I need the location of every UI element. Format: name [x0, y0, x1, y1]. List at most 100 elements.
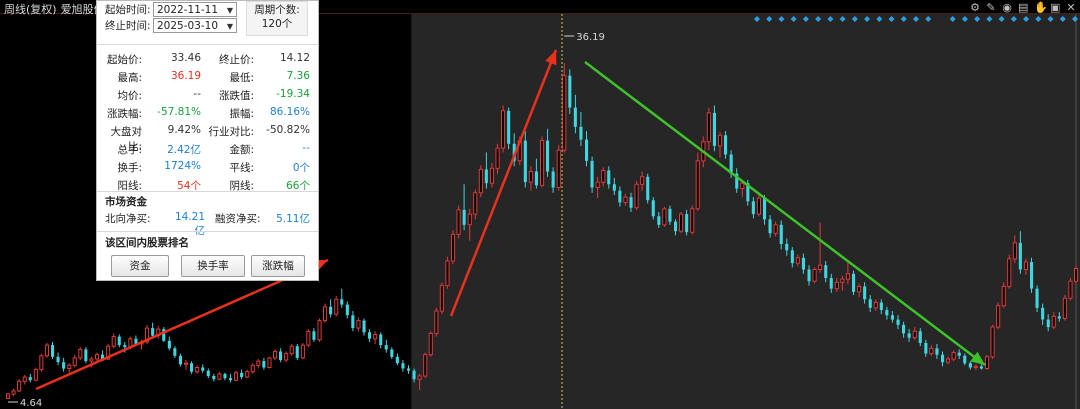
close-icon[interactable]: ✕	[1066, 2, 1076, 14]
print-icon[interactable]: ▤	[1018, 2, 1028, 14]
candle-down	[206, 370, 210, 376]
candle-up	[456, 209, 461, 235]
candle-up	[951, 352, 956, 360]
candle-down	[390, 349, 394, 357]
candle-up	[356, 320, 361, 329]
candle-up	[17, 380, 22, 392]
candle-up	[1068, 280, 1073, 299]
high-price-label: 36.19	[576, 32, 605, 43]
candle-down	[790, 250, 794, 264]
candle-down	[957, 352, 961, 356]
candle-down	[579, 126, 583, 140]
candle-up	[695, 160, 700, 210]
candle-up	[495, 147, 500, 169]
candle-up	[39, 355, 44, 371]
candle-up	[428, 332, 433, 356]
candle-down	[763, 198, 767, 220]
candle-down	[896, 319, 900, 325]
candle-up	[556, 149, 561, 188]
candle-up	[6, 393, 11, 399]
eye-icon[interactable]: ◉	[1002, 2, 1012, 14]
candle-up	[929, 347, 934, 355]
candle-up	[1007, 258, 1012, 287]
candle-up	[640, 176, 645, 185]
candle-up	[289, 345, 294, 355]
candle-down	[534, 171, 538, 186]
stat-row: 均价: -- 涨跌值: -19.34	[97, 86, 318, 104]
rank-by-funds-button[interactable]: 资金	[111, 255, 169, 277]
candle-up	[267, 357, 272, 368]
candle-down	[345, 304, 349, 316]
candle-up	[89, 358, 94, 362]
chart-title: 周线(复权) 爱旭股份	[4, 1, 109, 17]
candle-down	[295, 346, 299, 358]
candle-down	[868, 299, 872, 308]
period-count-value: 120个	[261, 18, 293, 30]
north-value: 14.21亿	[174, 211, 205, 237]
candle-up	[795, 257, 800, 264]
stat-row: 起始价: 33.46 终止价: 14.12	[97, 50, 318, 68]
candle-up	[873, 302, 878, 309]
lock-icon[interactable]: ▣	[1050, 2, 1060, 14]
candle-up	[33, 369, 38, 381]
candle-up	[501, 110, 506, 149]
stat-value: -57.81%	[157, 106, 201, 118]
stat-label: 振幅:	[229, 108, 254, 120]
ranking-title: 该区间内股票排名	[105, 237, 189, 249]
candle-up	[78, 348, 83, 359]
pen-icon[interactable]: ✎	[986, 2, 996, 14]
candle-down	[484, 169, 488, 184]
candle-down	[573, 107, 577, 127]
stat-value: 36.19	[170, 70, 201, 82]
candle-up	[834, 281, 839, 290]
stat-value: 9.42%	[167, 124, 201, 136]
candle-down	[1030, 262, 1034, 289]
stat-label: 均价:	[117, 90, 142, 102]
stat-label: 金额:	[229, 144, 254, 156]
gear-icon[interactable]: ⚙	[970, 2, 980, 14]
divider	[97, 231, 318, 232]
candle-up	[423, 354, 428, 377]
candle-down	[401, 363, 405, 369]
hand-icon[interactable]: ✋	[1034, 2, 1048, 14]
candle-up	[773, 224, 778, 234]
margin-value: 5.11亿	[276, 213, 310, 225]
candle-up	[111, 336, 116, 347]
rank-by-turnover-button[interactable]: 换手率	[181, 255, 245, 277]
candle-down	[551, 171, 555, 188]
candle-down	[674, 221, 678, 232]
candle-down	[751, 201, 755, 215]
candle-up	[973, 365, 978, 368]
stat-label: 终止价:	[218, 54, 254, 66]
candle-up	[1074, 267, 1079, 282]
candle-up	[11, 390, 16, 395]
start-date-select[interactable]: 2022-11-11 ▼	[153, 2, 237, 17]
candle-down	[190, 363, 194, 372]
candle-down	[407, 368, 411, 371]
candle-up	[467, 213, 472, 226]
candle-up	[245, 371, 250, 378]
rank-by-change-button[interactable]: 涨跌幅	[251, 255, 305, 277]
candle-up	[44, 344, 50, 357]
candle-down	[612, 184, 616, 191]
candle-up	[217, 373, 222, 380]
candle-down	[585, 139, 589, 161]
end-date-select[interactable]: 2025-03-10 ▼	[153, 18, 237, 33]
candle-down	[768, 219, 772, 234]
candle-down	[62, 362, 66, 369]
candle-down	[829, 278, 833, 289]
candle-down	[785, 243, 789, 251]
start-date-label: 起始时间:	[105, 4, 151, 16]
candle-down	[1018, 242, 1022, 270]
candle-up	[473, 192, 478, 215]
candle-up	[595, 181, 600, 188]
candle-up	[300, 344, 305, 359]
candle-down	[167, 340, 171, 349]
start-date-row: 起始时间: 2022-11-11 ▼	[105, 2, 237, 17]
candle-down	[924, 343, 928, 354]
candle-down	[801, 257, 805, 270]
candle-up	[706, 112, 711, 143]
stat-value: -50.82%	[266, 124, 310, 136]
candle-up	[373, 334, 378, 340]
candle-down	[629, 197, 633, 208]
